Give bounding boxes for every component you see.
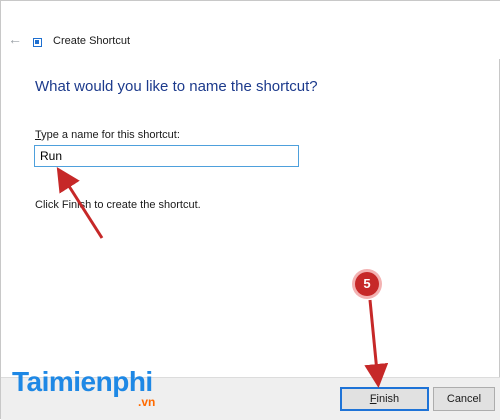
watermark-suffix: .vn [138, 395, 156, 409]
watermark-brand: Taimienphi [12, 366, 153, 397]
window-title: Create Shortcut [53, 35, 131, 47]
wizard-heading: What would you like to name the shortcut… [35, 78, 318, 95]
step-badge: 5 [355, 272, 379, 296]
cancel-button[interactable]: Cancel [433, 387, 495, 411]
create-shortcut-window: ← Create Shortcut What would you like to… [0, 0, 500, 420]
back-arrow-icon[interactable]: ← [7, 31, 23, 47]
finish-hint: Click Finish to create the shortcut. [35, 199, 201, 211]
finish-label: inish [376, 393, 400, 405]
label-text: ype a name for this shortcut: [41, 129, 180, 141]
shortcut-name-label: Type a name for this shortcut: [35, 129, 180, 141]
shortcut-name-input[interactable] [34, 145, 299, 167]
shortcut-icon [33, 38, 42, 47]
finish-accelerator: F [369, 393, 377, 405]
finish-button[interactable]: Finish [340, 387, 429, 411]
title-bar: ← Create Shortcut [1, 1, 500, 59]
